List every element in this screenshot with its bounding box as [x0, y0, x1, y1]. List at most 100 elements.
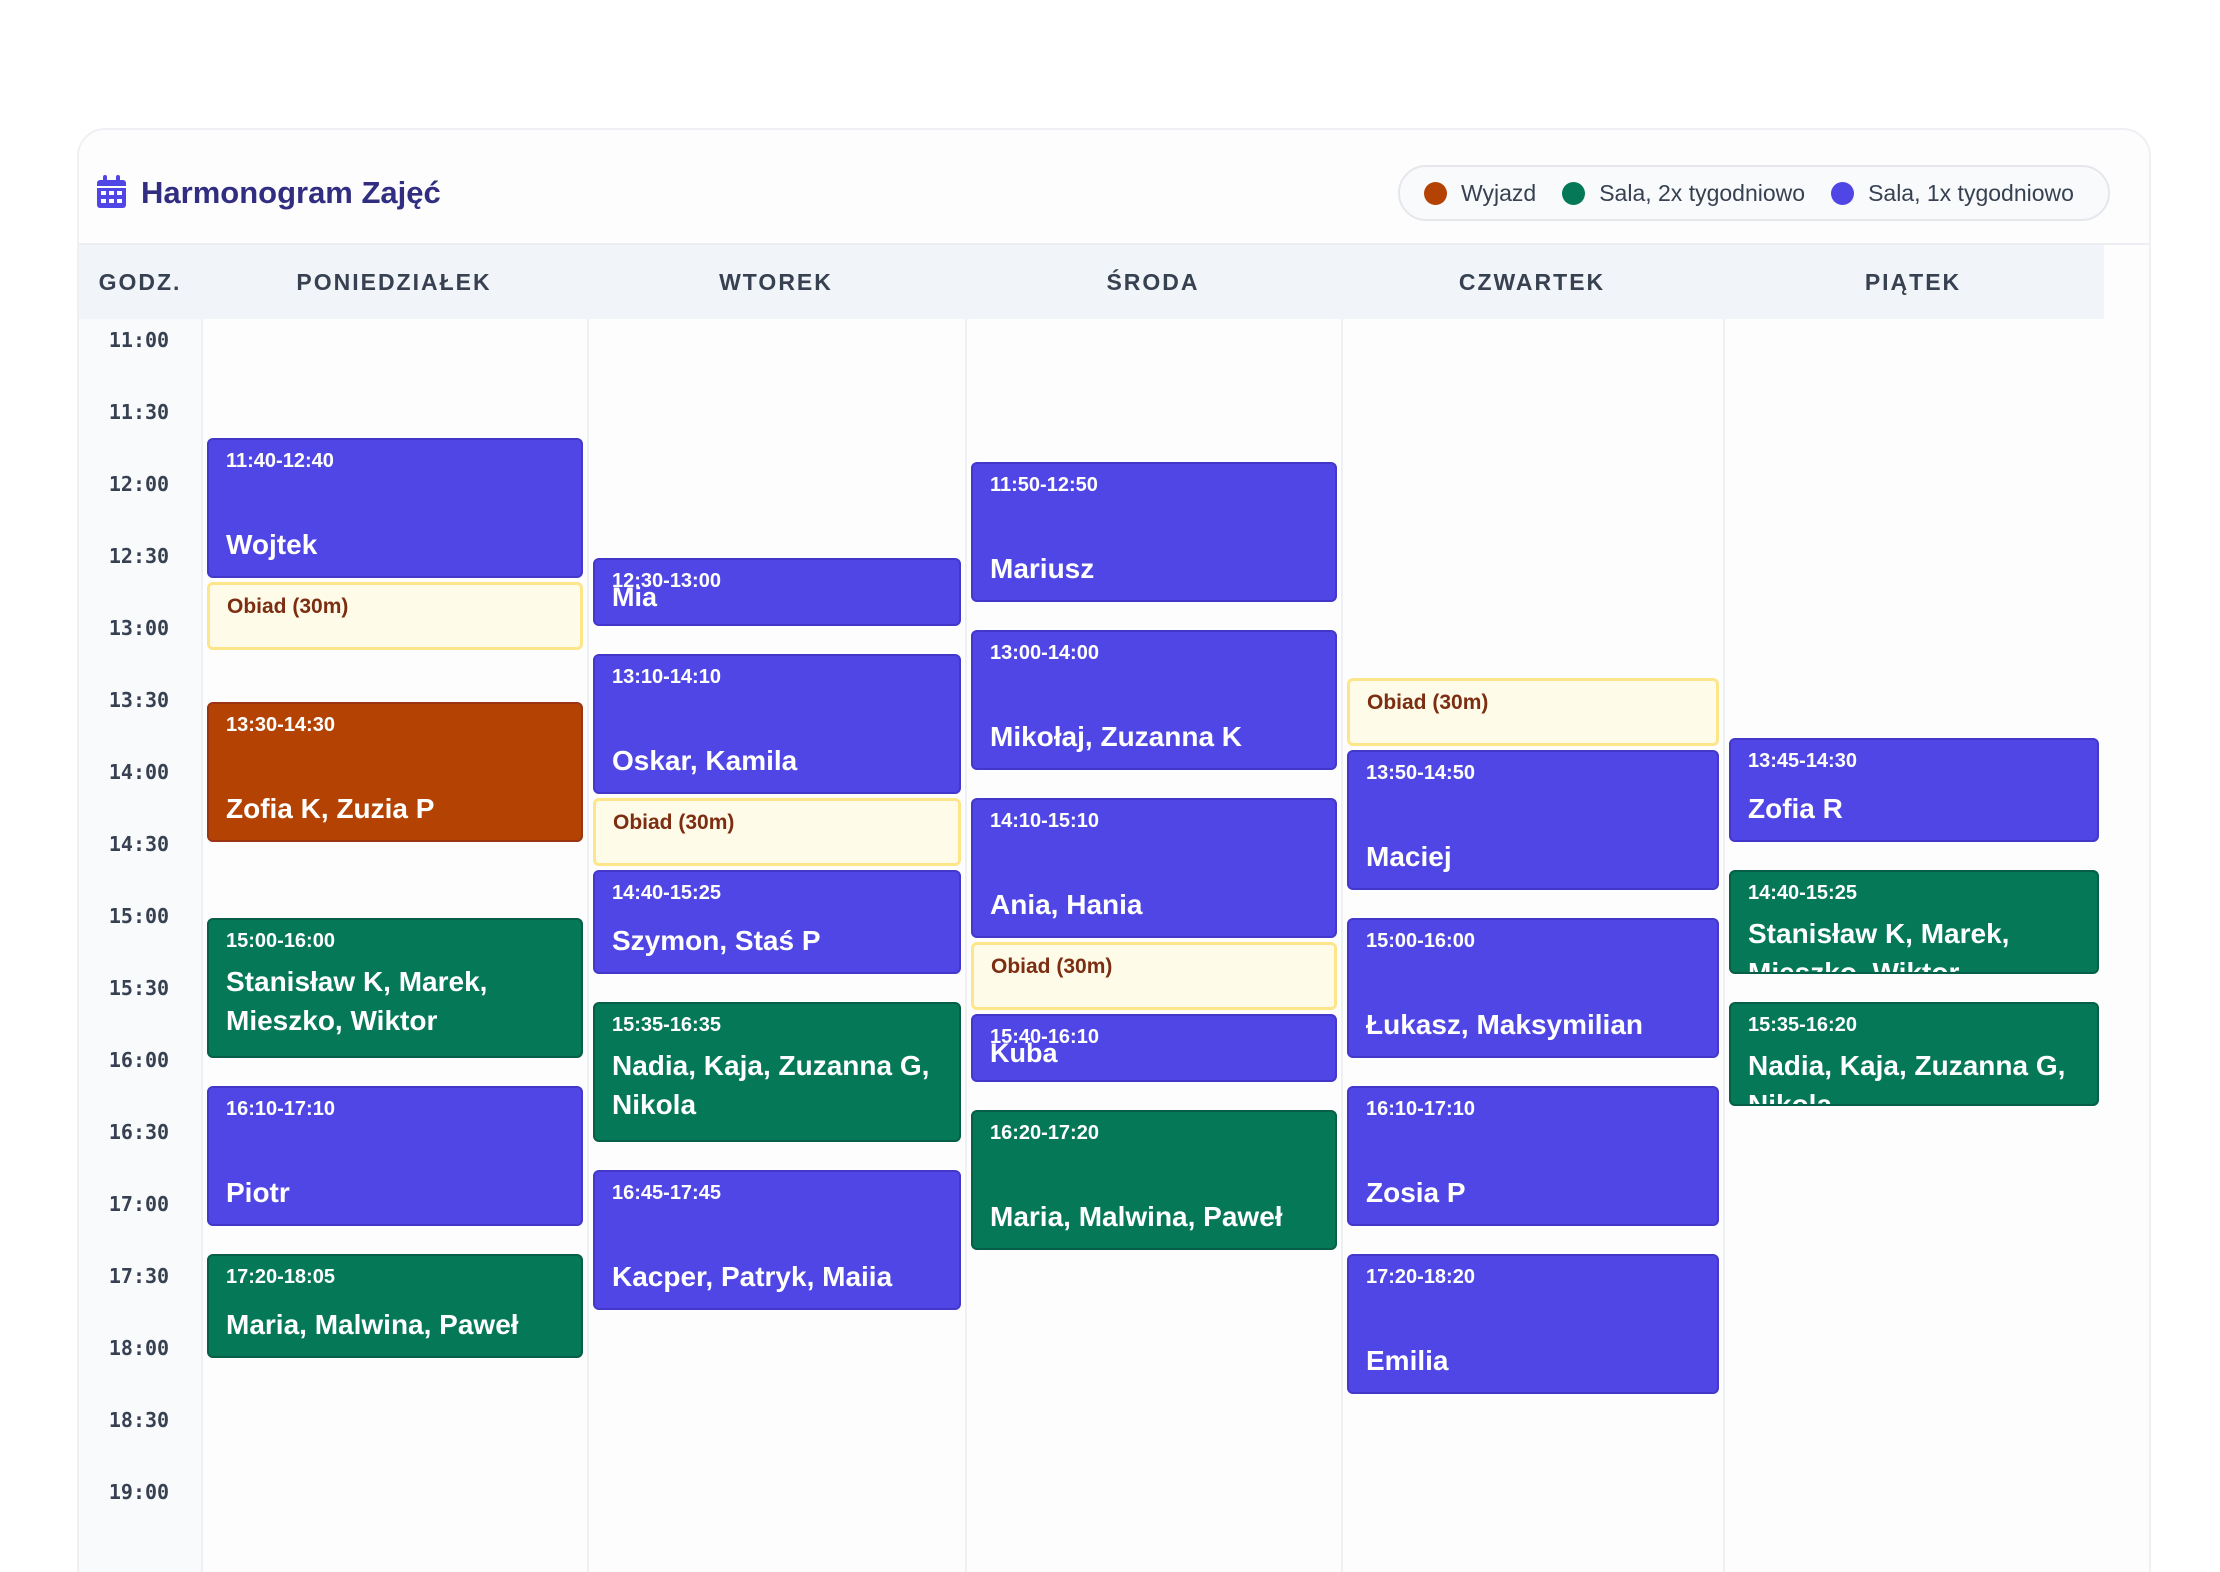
class-block[interactable]: 14:40-15:25 Szymon, Staś P: [593, 870, 961, 974]
class-block[interactable]: 15:00-16:00 Stanisław K, Marek, Mieszko, …: [207, 918, 583, 1058]
class-participants: Mikołaj, Zuzanna K: [990, 721, 1243, 752]
class-time: 15:00-16:00: [226, 930, 335, 952]
class-block[interactable]: 15:35-16:20 Nadia, Kaja, Zuzanna G, Nikol…: [1729, 1002, 2099, 1106]
legend: Wyjazd Sala, 2x tygodniowo Sala, 1x tygodn…: [1398, 165, 2110, 221]
class-time: 15:35-16:35: [612, 1014, 721, 1036]
class-participants: Emilia: [1366, 1345, 1449, 1376]
time-label: 13:30: [108, 688, 170, 712]
legend-dot-icon: [1562, 181, 1586, 205]
schedule-card: Harmonogram Zajęć Wyjazd Sala, 2x tygodni…: [77, 128, 2151, 1572]
class-time: 11:40-12:40: [226, 450, 334, 472]
time-label: 15:30: [108, 976, 170, 1000]
class-block[interactable]: 13:45-14:30 Zofia R: [1729, 738, 2099, 842]
class-block[interactable]: 14:10-15:10 Ania, Hania: [971, 798, 1337, 938]
time-column-header: GODZ.: [98, 269, 182, 295]
calendar-icon: [96, 175, 127, 209]
class-time: 16:20-17:20: [990, 1122, 1099, 1144]
break-label: Obiad (30m): [1367, 691, 1489, 714]
time-label: 12:30: [108, 544, 170, 568]
class-participants: Oskar, Kamila: [612, 745, 798, 776]
class-block[interactable]: 14:40-15:25 Stanisław K, Marek, Mieszko, …: [1729, 870, 2099, 974]
class-block[interactable]: 13:50-14:50 Maciej: [1347, 750, 1719, 890]
class-participants: Szymon, Staś P: [612, 925, 821, 956]
class-participants: Nadia, Kaja, Zuzanna G, Nikola: [1748, 1050, 2066, 1106]
class-block[interactable]: 16:20-17:20 Maria, Malwina, Paweł: [971, 1110, 1337, 1250]
schedule-grid: GODZ. PONIEDZIAŁEK WTOREK ŚRODA CZWARTEK PIĄT…: [79, 245, 2135, 1572]
class-time: 14:40-15:25: [612, 882, 721, 904]
time-label: 12:00: [108, 472, 170, 496]
day-column-header: WTOREK: [719, 269, 833, 295]
class-block[interactable]: 12:30-13:00 Mia: [593, 558, 961, 626]
class-participants: Ania, Hania: [990, 889, 1143, 920]
class-time: 11:50-12:50: [990, 474, 1098, 496]
lunch-break-block[interactable]: Obiad (30m): [971, 942, 1337, 1010]
time-label: 15:00: [108, 904, 170, 928]
break-label: Obiad (30m): [991, 955, 1113, 978]
time-label: 18:00: [108, 1336, 170, 1360]
card-header: Harmonogram Zajęć Wyjazd Sala, 2x tygodni…: [79, 130, 2149, 245]
time-label: 18:30: [108, 1408, 170, 1432]
day-column-header: ŚRODA: [1106, 269, 1200, 295]
lunch-break-block[interactable]: Obiad (30m): [207, 582, 583, 650]
class-block[interactable]: 15:35-16:35 Nadia, Kaja, Zuzanna G, Nikol…: [593, 1002, 961, 1142]
class-block[interactable]: 15:40-16:10 Kuba: [971, 1014, 1337, 1082]
class-participants: Mariusz: [990, 553, 1095, 584]
class-participants: Stanisław K, Marek, Mieszko, Wiktor: [1748, 918, 2010, 974]
title-wrap: Harmonogram Zajęć: [96, 175, 441, 209]
class-block[interactable]: 16:10-17:10 Piotr: [207, 1086, 583, 1226]
legend-label: Sala, 1x tygodniowo: [1868, 179, 2074, 206]
class-participants: Kuba: [990, 1038, 1058, 1068]
class-participants: Łukasz, Maksymilian: [1366, 1009, 1644, 1040]
class-time: 14:10-15:10: [990, 810, 1099, 832]
time-label: 14:30: [108, 832, 170, 856]
time-label: 16:00: [108, 1048, 170, 1072]
legend-item: Wyjazd: [1424, 180, 1536, 207]
grid-header: GODZ. PONIEDZIAŁEK WTOREK ŚRODA CZWARTEK PIĄT…: [79, 245, 2104, 319]
time-label: 17:00: [108, 1192, 170, 1216]
class-block[interactable]: 11:40-12:40 Wojtek: [207, 438, 583, 578]
class-time: 15:35-16:20: [1748, 1014, 1857, 1036]
class-time: 17:20-18:05: [226, 1266, 335, 1288]
time-label: 17:30: [108, 1264, 170, 1288]
legend-dot-icon: [1831, 181, 1855, 205]
class-participants: Zofia K, Zuzia P: [226, 793, 435, 824]
class-block[interactable]: 13:10-14:10 Oskar, Kamila: [593, 654, 961, 794]
class-participants: Piotr: [226, 1177, 290, 1208]
legend-label: Wyjazd: [1461, 179, 1537, 206]
class-block[interactable]: 16:45-17:45 Kacper, Patryk, Maiia: [593, 1170, 961, 1310]
class-block[interactable]: 13:00-14:00 Mikołaj, Zuzanna K: [971, 630, 1337, 770]
class-block[interactable]: 11:50-12:50 Mariusz: [971, 462, 1337, 602]
class-time: 13:50-14:50: [1366, 762, 1475, 784]
time-label: 19:00: [108, 1480, 170, 1504]
day-column-header: PONIEDZIAŁEK: [296, 269, 492, 295]
time-label: 13:00: [108, 616, 170, 640]
break-label: Obiad (30m): [613, 811, 735, 834]
class-block[interactable]: 15:00-16:00 Łukasz, Maksymilian: [1347, 918, 1719, 1058]
time-label: 11:00: [108, 328, 170, 352]
class-block[interactable]: 17:20-18:20 Emilia: [1347, 1254, 1719, 1394]
class-time: 16:10-17:10: [1366, 1098, 1475, 1120]
time-label: 16:30: [108, 1120, 170, 1144]
time-label: 11:30: [108, 400, 170, 424]
class-participants: Zosia P: [1366, 1177, 1466, 1208]
legend-dot-icon: [1424, 181, 1447, 205]
class-time: 13:45-14:30: [1748, 750, 1857, 772]
class-participants: Nadia, Kaja, Zuzanna G, Nikola: [612, 1050, 930, 1120]
day-column-header: PIĄTEK: [1864, 269, 1962, 295]
class-time: 13:00-14:00: [990, 642, 1099, 664]
lunch-break-block[interactable]: Obiad (30m): [1347, 678, 1719, 746]
class-participants: Stanisław K, Marek, Mieszko, Wiktor: [226, 966, 488, 1036]
time-label: 14:00: [108, 760, 170, 784]
class-time: 17:20-18:20: [1366, 1266, 1475, 1288]
class-block[interactable]: 17:20-18:05 Maria, Malwina, Paweł: [207, 1254, 583, 1358]
class-block[interactable]: 13:30-14:30 Zofia K, Zuzia P: [207, 702, 583, 842]
class-time: 13:30-14:30: [226, 714, 335, 736]
class-block[interactable]: 16:10-17:10 Zosia P: [1347, 1086, 1719, 1226]
day-column-header: CZWARTEK: [1458, 269, 1606, 295]
class-time: 13:10-14:10: [612, 666, 721, 688]
legend-item: Sala, 1x tygodniowo: [1831, 180, 2074, 207]
legend-item: Sala, 2x tygodniowo: [1562, 180, 1805, 207]
lunch-break-block[interactable]: Obiad (30m): [593, 798, 961, 866]
class-participants: Kacper, Patryk, Maiia: [612, 1261, 893, 1292]
class-participants: Zofia R: [1748, 793, 1843, 824]
